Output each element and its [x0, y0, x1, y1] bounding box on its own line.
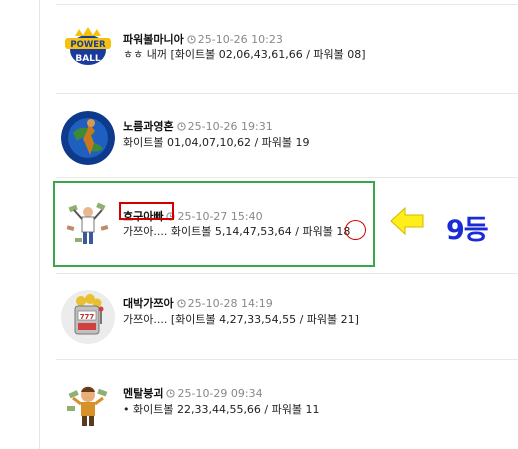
comment-author[interactable]: 노름과영혼 — [123, 120, 174, 133]
comment-item: 멘탈붕괴 25-10-29 09:34 • 화이트볼 22,33,44,55,66… — [56, 360, 518, 446]
comment-text: • 화이트볼 22,33,44,55,66 / 파워볼 11 — [123, 403, 320, 416]
clock-icon — [176, 299, 186, 308]
comment-item: 777 대박가쯔아 25-10-28 14:19 가쯔아.... [화이트볼 4,… — [56, 274, 518, 360]
slot-machine-avatar[interactable]: 777 — [61, 290, 115, 344]
comment-text: 화이트볼 01,04,07,10,62 / 파워볼 19 — [123, 136, 310, 149]
clock-icon — [166, 389, 176, 398]
comment-text: 가쯔아.... [화이트볼 4,27,33,54,55 / 파워볼 21] — [123, 313, 359, 326]
left-arrow-icon — [390, 206, 424, 236]
clock-icon — [187, 35, 196, 44]
powerball-logo-avatar[interactable]: POWER BALL — [61, 21, 115, 75]
comment-datetime: 25-10-28 14:19 — [187, 297, 273, 310]
clock-icon — [176, 122, 186, 131]
svg-text:POWER: POWER — [70, 40, 106, 50]
comment-text: ㅎㅎ 내꺼 [화이트볼 02,06,43,61,66 / 파워볼 08] — [123, 48, 366, 61]
highlight-box — [53, 181, 375, 267]
globe-figure-avatar[interactable] — [61, 111, 115, 165]
svg-text:BALL: BALL — [75, 54, 101, 64]
comment-datetime: 25-10-26 19:31 — [187, 120, 273, 133]
timeline-line — [39, 0, 40, 449]
svg-text:777: 777 — [80, 313, 95, 321]
number-circle-mark — [345, 220, 366, 240]
comment-datetime: 25-10-29 09:34 — [177, 387, 263, 400]
comment-item: 노름과영혼 25-10-26 19:31 화이트볼 01,04,07,10,62 … — [56, 94, 518, 180]
comment-author[interactable]: 대박가쯔아 — [123, 297, 174, 310]
comment-author[interactable]: 멘탈붕괴 — [123, 387, 163, 400]
comment-datetime: 25-10-26 10:23 — [197, 33, 283, 46]
money-cartoon-man-avatar[interactable] — [61, 378, 115, 432]
comment-item: POWER BALL 파워볼마니아 25-10-26 10:23 ㅎㅎ 내꺼 [화… — [56, 5, 518, 91]
author-highlight-box — [119, 202, 174, 220]
rank-label: 9등 — [446, 215, 489, 246]
comment-author[interactable]: 파워볼마니아 — [123, 33, 184, 46]
